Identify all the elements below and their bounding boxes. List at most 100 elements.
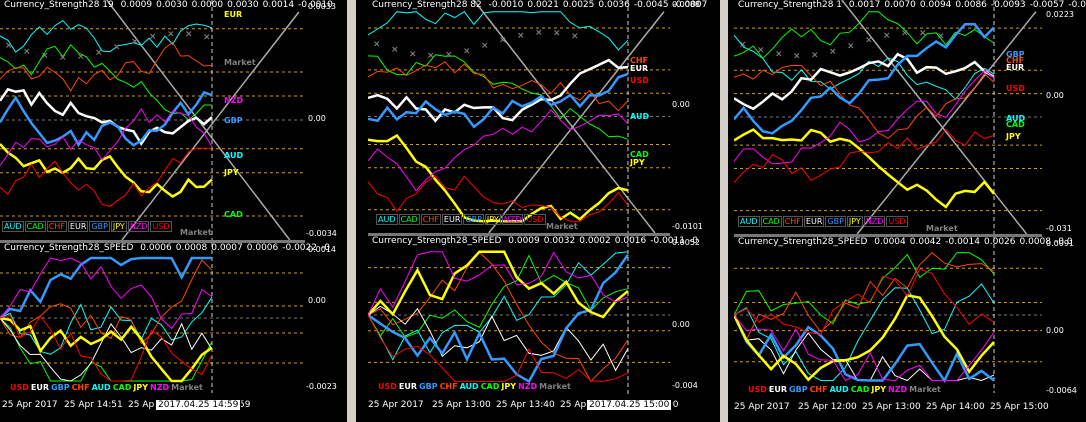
market-marker: × (373, 40, 381, 50)
legend-gbp: GBP (89, 221, 110, 232)
speed-legend-aud: AUD (91, 383, 111, 392)
market-marker: × (113, 43, 121, 53)
market-marker: × (535, 28, 543, 38)
market-marker: × (167, 29, 175, 39)
speed-legend-market: Market (171, 383, 203, 392)
market-marker: × (499, 36, 507, 46)
y-label: -0.004 (672, 381, 698, 390)
legend-cad: CAD (398, 214, 420, 225)
speed-legend-chf: CHF (439, 382, 458, 391)
y-label: -0.0101 (672, 222, 703, 231)
y-label: 0.0088 (672, 0, 700, 9)
label-aud: AUD (224, 151, 244, 160)
x-tick: 25 Ap (128, 400, 155, 410)
y-label: 0.0091 (1046, 239, 1074, 248)
market-marker: × (481, 41, 489, 51)
speed-pane-1[interactable]: Currency_Strength28_SPEED 0.0006 0.0008 0.… (0, 243, 330, 393)
label-eur: EUR (224, 10, 243, 19)
strength-title: Currency_Strength28 19 0.0009 0.0030 0.000… (4, 0, 333, 10)
label-aud: AUD (630, 112, 650, 121)
speed-legend: USD EUR GBP CHF AUD CAD JPY NZD Market (748, 385, 943, 394)
label-jpy: JPY (630, 158, 645, 167)
y-label: -0.0034 (306, 229, 337, 238)
speed-plot (0, 243, 305, 393)
y-label: 0.00 (308, 114, 326, 123)
market-marker: × (463, 47, 471, 57)
strength-title: Currency_Strength28 1 0.0017 0.0070 0.0094… (738, 0, 1086, 10)
market-label: Market (224, 58, 256, 67)
speed-plot (368, 236, 670, 394)
market-marker: × (793, 51, 801, 61)
market-marker: × (937, 32, 945, 42)
chart-window-3[interactable]: × × × × × × × × × × × × Currency_Strength28 1 0.001… (728, 0, 1086, 422)
x-tick: 25 Apr 13:40 (496, 400, 555, 410)
speed-legend-eur: EUR (398, 382, 418, 391)
x-tick: 25 Apr 13:00 (862, 402, 921, 412)
speed-legend: USD EUR GBP CHF AUD CAD JPY NZD Market (378, 382, 573, 391)
legend-cad: CAD (760, 216, 782, 227)
series-aud (0, 19, 213, 53)
market-label: Market (546, 222, 578, 231)
x-tick: 25 Apr 2017 (368, 400, 424, 410)
crosshair-time: 2017.04.25 15:00 (586, 399, 673, 411)
market-label: Market (180, 228, 212, 237)
market-marker: × (775, 50, 783, 60)
speed-series-usd (0, 314, 213, 382)
legend-aud: AUD (738, 216, 760, 227)
market-marker: × (739, 40, 747, 50)
strength-title: Currency_Strength28 82 -0.0010 0.0021 0.00… (372, 0, 708, 10)
speed-legend-chf: CHF (809, 385, 828, 394)
speed-plot (734, 237, 1042, 393)
speed-pane-3[interactable]: Currency_Strength28_SPEED 0.0004 0.0042 -0… (734, 237, 1073, 394)
series-gbp (0, 90, 213, 148)
y-label: -0.031 (1046, 224, 1072, 233)
x-tick: 25 Apr 12:00 (798, 402, 857, 412)
x-tick: 25 Apr 2017 (734, 402, 790, 412)
market-marker: × (409, 49, 417, 59)
speed-series-usd (368, 314, 629, 382)
legend-gbp: GBP (825, 216, 846, 227)
label-usd: USD (630, 76, 649, 85)
strength-pane-2[interactable]: × × × × × × × × × × × × Currency_Strength28 82 -0.0… (368, 0, 707, 233)
y-label: 0.00 (1046, 326, 1064, 335)
legend-eur: EUR (67, 221, 89, 232)
speed-title: Currency_Strength28_SPEED 0.0004 0.0042 -0… (738, 237, 1073, 247)
speed-legend-market: Market (909, 385, 941, 394)
x-tick: 25 Apr 13:00 (432, 400, 491, 410)
strength-pane-1[interactable]: × × × × × × × × × × × × Currency_Strength28 19 0.00… (0, 0, 333, 240)
currency-legend: AUD CAD CHF EUR GBP JPY NZD USD (738, 216, 909, 227)
window-separator[interactable] (347, 0, 356, 422)
y-label: 0.0033 (308, 2, 336, 11)
legend-eur: EUR (441, 214, 463, 225)
x-tick: 25 Apr 15:00 (990, 402, 1049, 412)
speed-pane-2[interactable]: Currency_Strength28_SPEED 0.0009 0.0032 0.… (368, 236, 698, 394)
market-marker: × (553, 28, 561, 38)
x-tick: 25 Ap (560, 400, 587, 410)
legend-nzd: NZD (501, 214, 524, 225)
series-chf (734, 64, 995, 139)
window-separator[interactable] (720, 0, 728, 422)
market-marker: × (571, 31, 579, 41)
market-marker: × (59, 53, 67, 63)
y-label: 0.0014 (308, 245, 336, 254)
market-marker: × (391, 45, 399, 55)
label-nzd: NZD (224, 96, 244, 105)
legend-usd: USD (150, 221, 172, 232)
speed-legend-chf: CHF (71, 383, 90, 392)
chart-window-2[interactable]: × × × × × × × × × × × × Currency_Strength28 82 -0.0… (356, 0, 720, 422)
time-axis: 25 Apr 2017 25 Apr 12:00 25 Apr 13:00 25… (734, 402, 1049, 416)
strength-pane-3[interactable]: × × × × × × × × × × × × Currency_Strength28 1 0.001… (734, 0, 1086, 234)
speed-legend-gbp: GBP (789, 385, 808, 394)
speed-legend-jpy: JPY (871, 385, 887, 394)
market-marker: × (95, 48, 103, 58)
legend-aud: AUD (376, 214, 398, 225)
speed-legend-aud: AUD (829, 385, 849, 394)
chart-window-1[interactable]: × × × × × × × × × × × × Currency_Strength28 19 0.00… (0, 0, 347, 422)
market-marker: × (5, 41, 13, 51)
currency-legend: AUD CAD CHF EUR GBP JPY NZD USD (376, 214, 547, 225)
legend-chf: CHF (782, 216, 803, 227)
legend-jpy: JPY (110, 221, 127, 232)
y-label: 0.00 (672, 100, 690, 109)
speed-legend-jpy: JPY (501, 382, 517, 391)
market-marker: × (865, 36, 873, 46)
